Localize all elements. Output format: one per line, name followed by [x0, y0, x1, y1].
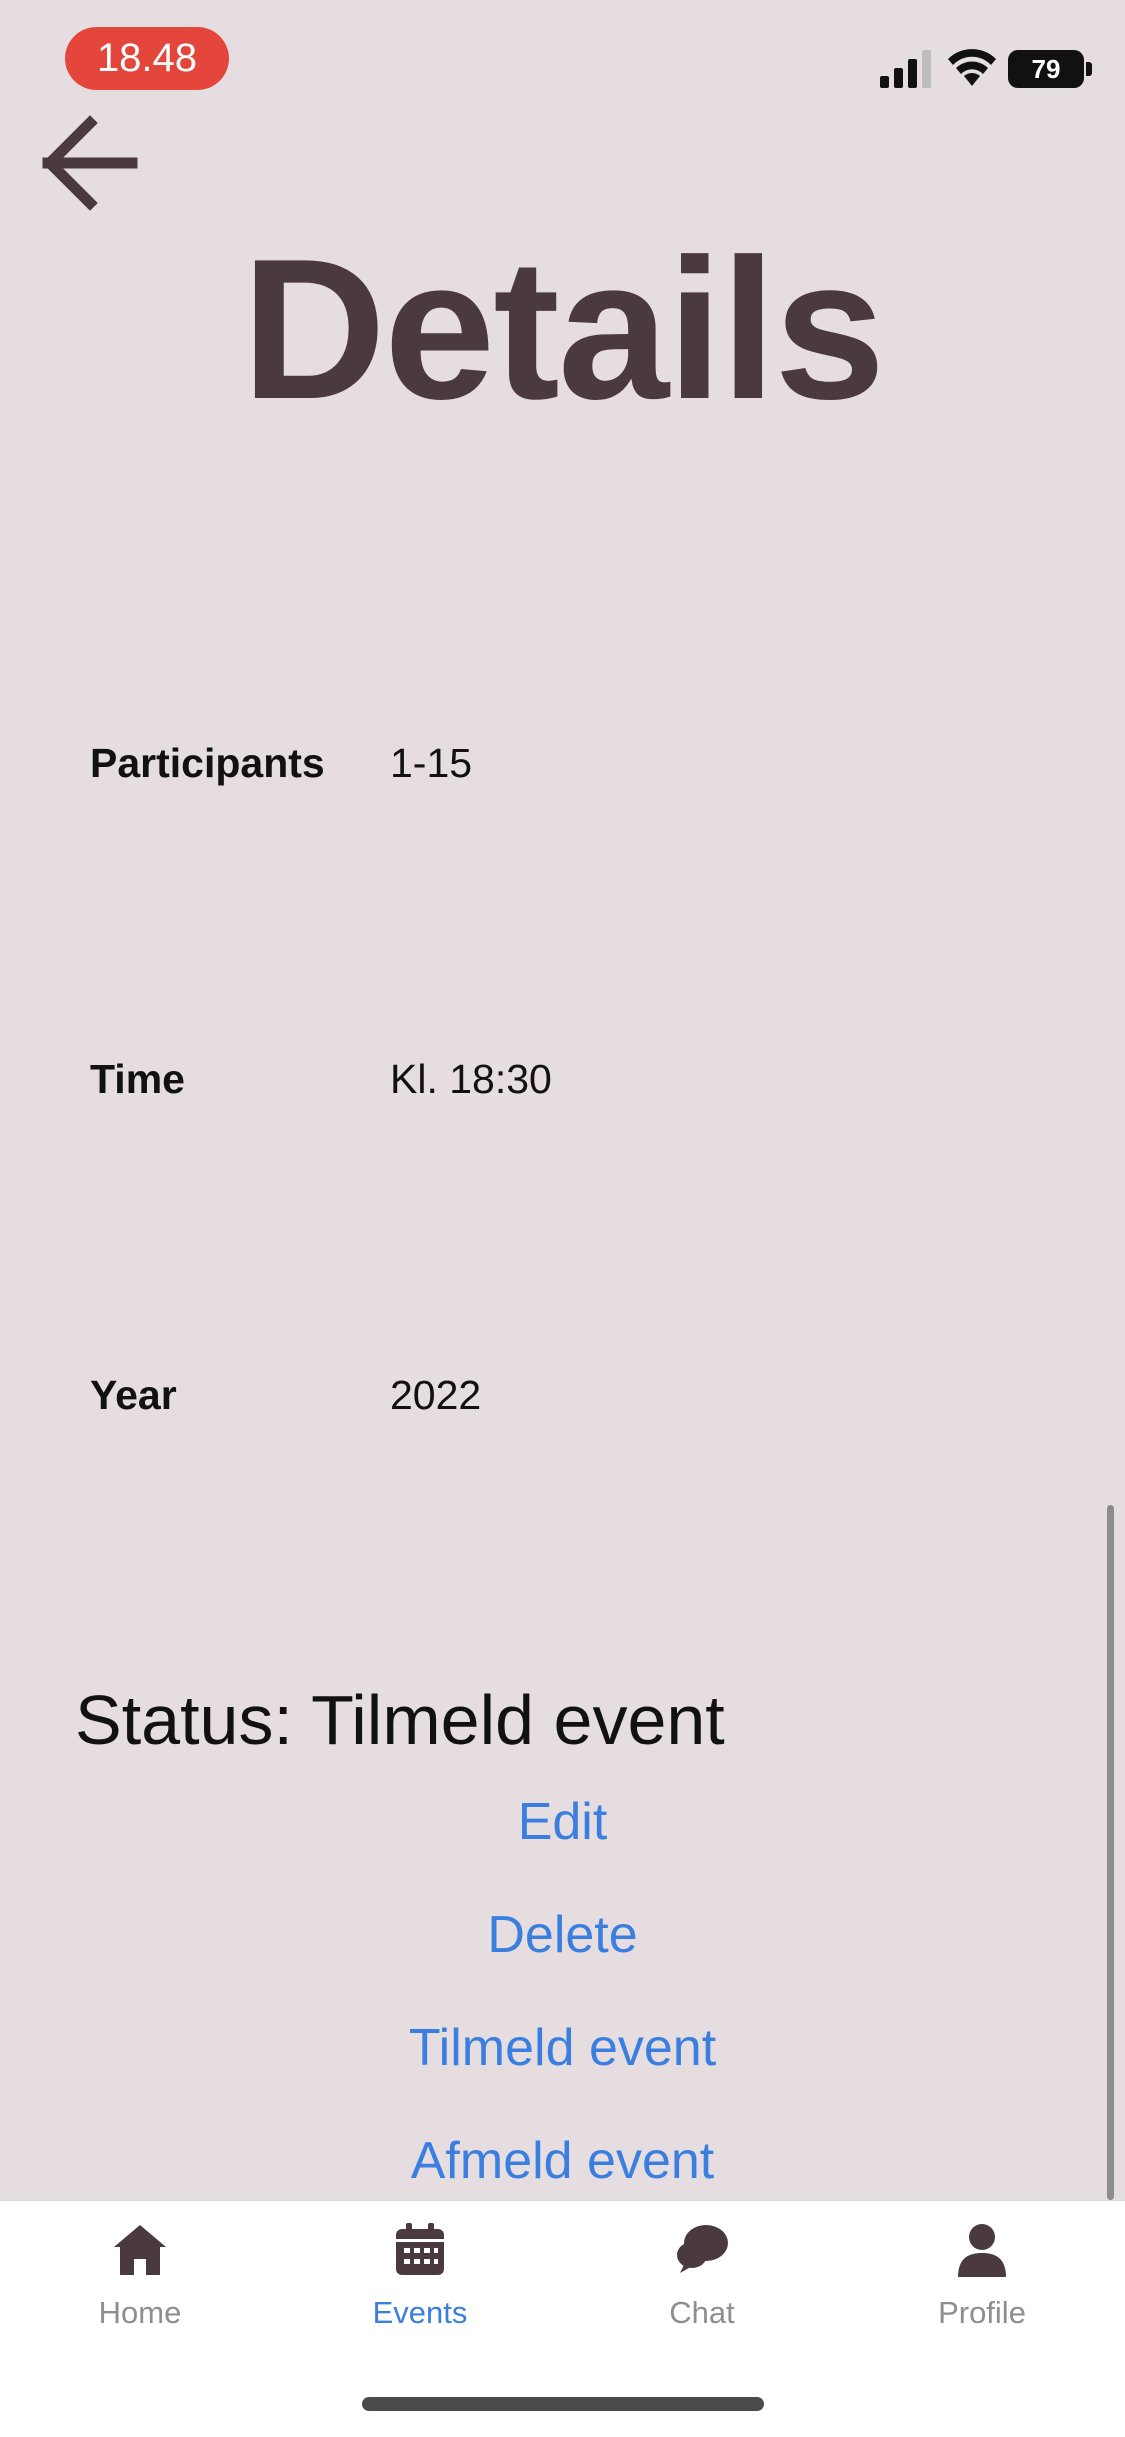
- detail-row-time: Time Kl. 18:30: [90, 1056, 1090, 1116]
- detail-row-year: Year 2022: [90, 1372, 1090, 1432]
- detail-row-participants: Participants 1-15: [90, 740, 1090, 800]
- status-time: 18.48: [65, 27, 229, 90]
- detail-label: Time: [90, 1056, 185, 1102]
- tab-chat[interactable]: Chat: [602, 2221, 802, 2371]
- cellular-signal-icon: [880, 50, 931, 88]
- leave-event-button[interactable]: Afmeld event: [0, 2131, 1125, 2191]
- delete-button[interactable]: Delete: [0, 1905, 1125, 1965]
- status-bar: 18.48 79: [0, 0, 1125, 120]
- calendar-icon: [396, 2223, 444, 2275]
- home-icon: [114, 2225, 166, 2275]
- edit-button[interactable]: Edit: [0, 1792, 1125, 1852]
- tab-label: Events: [372, 2295, 468, 2330]
- tab-home[interactable]: Home: [40, 2221, 240, 2371]
- tab-profile[interactable]: Profile: [882, 2221, 1082, 2371]
- tab-label: Profile: [938, 2295, 1026, 2330]
- detail-value: 2022: [390, 1372, 482, 1418]
- join-event-button[interactable]: Tilmeld event: [0, 2018, 1125, 2078]
- person-icon: [958, 2224, 1006, 2277]
- event-status: Status: Tilmeld event: [75, 1681, 725, 1759]
- detail-value: Kl. 18:30: [390, 1056, 552, 1102]
- battery-tip: [1086, 62, 1092, 76]
- wifi-icon: [948, 49, 996, 86]
- tab-events[interactable]: Events: [320, 2221, 520, 2371]
- battery-indicator: 79: [1008, 50, 1084, 88]
- scrollbar[interactable]: [1107, 1505, 1114, 2200]
- tab-label: Home: [98, 2295, 182, 2330]
- back-arrow-icon[interactable]: [40, 115, 150, 215]
- detail-label: Participants: [90, 740, 325, 786]
- chat-icon: [677, 2225, 728, 2273]
- page-title: Details: [241, 218, 886, 441]
- detail-label: Year: [90, 1372, 177, 1418]
- detail-value: 1-15: [390, 740, 473, 786]
- tab-label: Chat: [669, 2295, 735, 2330]
- home-indicator: [362, 2397, 764, 2411]
